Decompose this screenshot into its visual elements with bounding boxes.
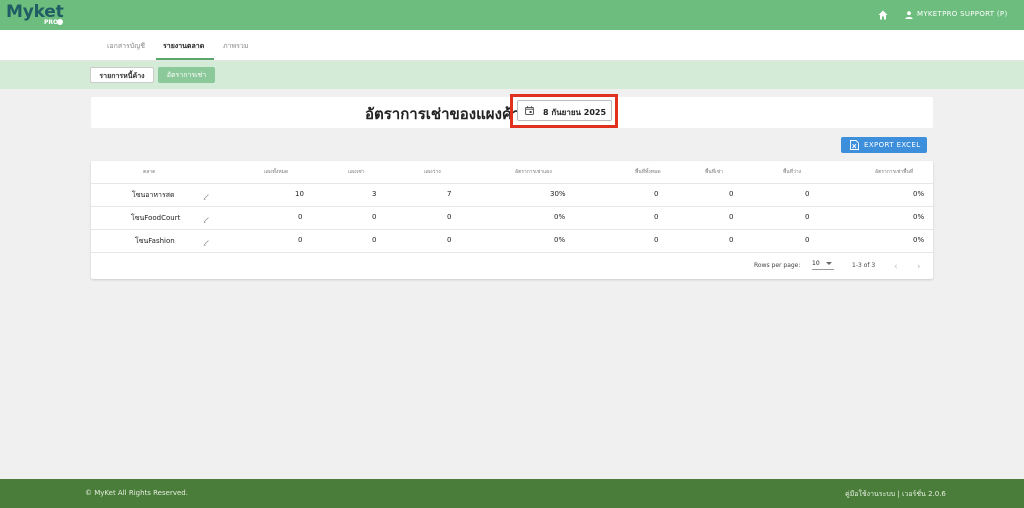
active-tab-indicator <box>156 58 214 60</box>
calendar-icon <box>525 106 534 115</box>
caret-down-icon <box>826 262 832 265</box>
table-cell-total-area: 0 <box>654 190 659 198</box>
column-header-market[interactable]: ตลาด <box>143 168 155 176</box>
table-cell-total-stalls: 10 <box>295 190 304 198</box>
table-cell-rented-area: 0 <box>729 190 734 198</box>
brand-suffix: PRO <box>44 19 59 26</box>
tab-market-report[interactable]: รายงานตลาด <box>163 41 204 52</box>
tab-overview[interactable]: ภาพรวม <box>223 41 248 52</box>
table-cell-total-area: 0 <box>654 213 659 221</box>
table-cell-vacant-area: 0 <box>805 236 810 244</box>
export-excel-label: EXPORT EXCEL <box>864 141 921 149</box>
table-cell-vacant-stalls: 0 <box>447 213 452 221</box>
user-menu[interactable]: MYKETPRO SUPPORT (P) <box>917 10 1007 18</box>
copyright-text: © MyKet All Rights Reserved. <box>85 489 188 497</box>
table-cell-total-stalls: 0 <box>298 236 303 244</box>
row-divider <box>91 206 933 207</box>
table-cell-total-stalls: 0 <box>298 213 303 221</box>
column-header-rented-stalls[interactable]: แผงเช่า <box>348 168 365 176</box>
page-title: อัตราการเช่าของแผงค้า <box>365 105 521 123</box>
table-cell-rented-stalls: 0 <box>372 236 377 244</box>
tab-accounting-docs[interactable]: เอกสารบัญชี <box>107 41 145 52</box>
table-cell-vacant-stalls: 0 <box>447 236 452 244</box>
table-cell-market: โซนFoodCourt <box>131 214 181 222</box>
top-bar: Myket PRO MYKETPRO SUPPORT (P) <box>0 0 1024 30</box>
main-tabs: เอกสารบัญชี รายงานตลาด ภาพรวม <box>0 30 1024 61</box>
table-cell-stall-rate: 0% <box>554 213 566 221</box>
rows-per-page-label: Rows per page: <box>754 262 801 269</box>
subtab-outstanding-debts[interactable]: รายการหนี้ค้าง <box>90 67 154 83</box>
column-header-total-stalls[interactable]: แผงทั้งหมด <box>264 168 288 176</box>
table-cell-area-rate: 0% <box>913 213 925 221</box>
table-cell-vacant-stalls: 7 <box>447 190 452 198</box>
date-value: 8 กันยายน 2025 <box>543 108 607 117</box>
column-header-vacant-stalls[interactable]: แผงว่าง <box>424 168 441 176</box>
table-cell-rented-area: 0 <box>729 213 734 221</box>
person-icon <box>905 11 913 19</box>
footer-bar: © MyKet All Rights Reserved. คู่มือใช้งา… <box>0 479 1024 508</box>
export-excel-button[interactable]: EXPORT EXCEL <box>841 137 927 153</box>
row-divider <box>91 252 933 253</box>
next-page-button[interactable]: › <box>917 262 921 272</box>
sub-tabs: รายการหนี้ค้าง อัตราการเช่า <box>0 61 1024 89</box>
home-icon[interactable] <box>878 10 888 20</box>
rows-per-page-value: 10 <box>812 260 820 267</box>
column-header-vacant-area[interactable]: พื้นที่ว่าง <box>783 168 801 176</box>
edit-icon[interactable] <box>203 216 210 223</box>
table-cell-rented-stalls: 0 <box>372 213 377 221</box>
table-cell-rented-stalls: 3 <box>372 190 377 198</box>
row-divider <box>91 229 933 230</box>
column-header-total-area[interactable]: พื้นที่ทั้งหมด <box>635 168 661 176</box>
table-cell-total-area: 0 <box>654 236 659 244</box>
edit-icon[interactable] <box>203 239 210 246</box>
column-header-stall-rate[interactable]: อัตราการเช่าแผง <box>515 168 552 176</box>
table-cell-market: โซนอาหารสด <box>132 191 175 199</box>
rows-per-page-select[interactable]: 10 <box>812 260 834 270</box>
manual-and-version-link[interactable]: คู่มือใช้งานระบบ | เวอร์ชั่น 2.0.6 <box>845 489 946 500</box>
rental-rate-table: ตลาด แผงทั้งหมด แผงเช่า แผงว่าง อัตราการ… <box>91 161 933 279</box>
date-picker[interactable]: 8 กันยายน 2025 <box>517 100 612 121</box>
table-cell-rented-area: 0 <box>729 236 734 244</box>
table-cell-vacant-area: 0 <box>805 190 810 198</box>
pagination-range: 1-3 of 3 <box>852 262 876 269</box>
logo-leaf-icon <box>57 19 63 25</box>
column-header-area-rate[interactable]: อัตราการเช่าพื้นที่ <box>875 168 913 176</box>
subtab-rental-rate[interactable]: อัตราการเช่า <box>158 67 215 83</box>
header-divider <box>91 183 933 184</box>
column-header-rented-area[interactable]: พื้นที่เช่า <box>705 168 723 176</box>
table-cell-vacant-area: 0 <box>805 213 810 221</box>
table-cell-stall-rate: 30% <box>550 190 566 198</box>
excel-file-icon <box>850 140 859 150</box>
table-cell-area-rate: 0% <box>913 190 925 198</box>
table-cell-area-rate: 0% <box>913 236 925 244</box>
previous-page-button[interactable]: ‹ <box>894 262 898 272</box>
title-card: อัตราการเช่าของแผงค้า 8 กันยายน 2025 <box>91 94 933 128</box>
table-cell-market: โซนFashion <box>135 237 175 245</box>
edit-icon[interactable] <box>203 193 210 200</box>
table-cell-stall-rate: 0% <box>554 236 566 244</box>
